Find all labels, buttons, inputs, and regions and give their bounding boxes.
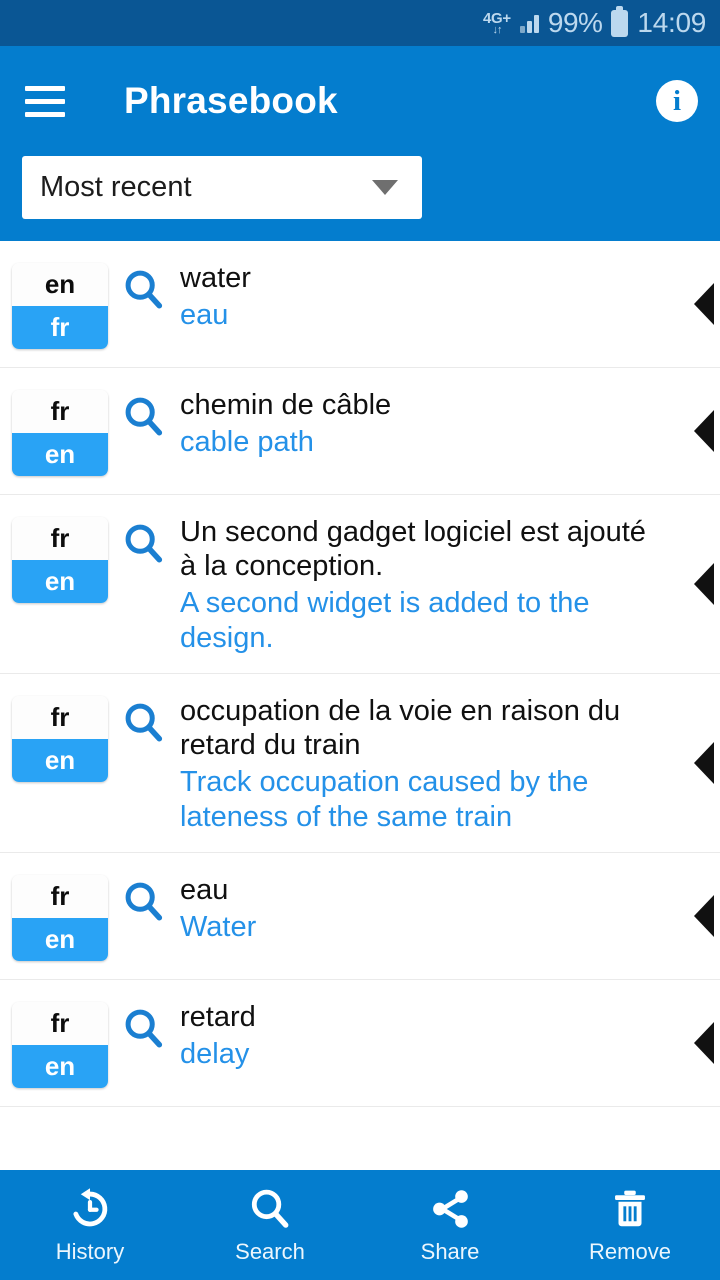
source-text: Un second gadget logiciel est ajouté à l… [180,516,646,583]
triangle-left-icon[interactable] [694,562,714,605]
signal-bars-icon [519,11,539,33]
network-indicator: 4G+ ↓↑ [483,11,511,36]
source-language-label: fr [12,1001,108,1045]
target-language-label: fr [12,306,108,349]
phrase-texts: eau Water [180,871,720,944]
list-item[interactable]: fr en eau Water [0,853,720,980]
source-text: water [180,262,251,294]
source-text: retard [180,1000,256,1033]
source-text: eau [180,873,229,906]
history-icon [67,1185,113,1233]
sort-dropdown[interactable]: Most recent [22,156,422,219]
target-language-label: en [12,433,108,476]
phrase-list: en fr water eau fr en chemin de câble ca… [0,241,720,1107]
info-icon[interactable]: i [656,80,698,122]
triangle-left-icon[interactable] [694,410,714,452]
chevron-down-icon [372,180,398,195]
app-bar: Phrasebook i Most recent [0,46,720,241]
list-item[interactable]: fr en chemin de câble cable path [0,368,720,495]
source-language-label: fr [12,874,108,918]
nav-item-share[interactable]: Share [360,1185,540,1265]
language-pair-badge[interactable]: en fr [12,263,108,349]
translation-text: A second widget is added to the design. [180,587,590,654]
search-icon[interactable] [108,692,180,746]
nav-item-search[interactable]: Search [180,1185,360,1265]
nav-label-share: Share [420,1239,480,1264]
search-icon[interactable] [108,386,180,440]
list-item[interactable]: fr en Un second gadget logiciel est ajou… [0,495,720,674]
triangle-left-icon[interactable] [694,283,714,325]
source-text: chemin de câble [180,389,392,421]
language-pair-badge[interactable]: fr en [12,874,108,961]
translation-text: eau [180,299,229,332]
nav-item-remove[interactable]: Remove [540,1185,720,1265]
sort-dropdown-container: Most recent [0,156,720,219]
phrase-texts: occupation de la voie en raison du retar… [180,692,720,834]
triangle-left-icon[interactable] [694,894,714,937]
phrase-texts: water eau [180,259,720,332]
source-language-label: fr [12,695,108,739]
translation-text: Water [180,910,257,943]
search-icon[interactable] [108,998,180,1052]
language-pair-badge[interactable]: fr en [12,1001,108,1088]
target-language-label: en [12,1044,108,1088]
clock-label: 14:09 [637,7,706,38]
language-pair-badge[interactable]: fr en [12,517,108,603]
translation-text: cable path [180,426,314,459]
source-language-label: en [12,263,108,306]
list-item[interactable]: fr en occupation de la voie en raison du… [0,674,720,853]
search-icon[interactable] [108,513,180,567]
share-icon [427,1185,473,1233]
network-traffic-arrows-icon: ↓↑ [492,23,502,36]
nav-label-remove: Remove [589,1239,671,1264]
triangle-left-icon[interactable] [694,741,714,784]
app-bar-top-row: Phrasebook i [0,46,720,156]
sort-dropdown-value: Most recent [40,171,192,203]
hamburger-menu-icon[interactable] [22,78,68,124]
search-icon[interactable] [108,259,180,313]
list-item[interactable]: en fr water eau [0,241,720,368]
status-bar: 4G+ ↓↑ 99% 14:09 [0,0,720,46]
bottom-navigation-bar: History Search Share Remove [0,1170,720,1280]
target-language-label: en [12,738,108,782]
source-language-label: fr [12,517,108,560]
language-pair-badge[interactable]: fr en [12,695,108,782]
search-icon [247,1185,293,1233]
battery-icon [611,5,629,37]
trash-icon [607,1185,653,1233]
triangle-left-icon[interactable] [694,1021,714,1064]
phrase-texts: retard delay [180,998,720,1071]
nav-item-history[interactable]: History [0,1185,180,1265]
nav-label-history: History [55,1239,125,1264]
page-title: Phrasebook [124,80,338,121]
list-item[interactable]: fr en retard delay [0,980,720,1107]
phrase-texts: Un second gadget logiciel est ajouté à l… [180,513,720,655]
battery-percent-label: 99% [547,7,603,38]
phrase-texts: chemin de câble cable path [180,386,720,459]
search-icon[interactable] [108,871,180,925]
target-language-label: en [12,560,108,603]
source-text: occupation de la voie en raison du retar… [180,694,621,762]
translation-text: Track occupation caused by the lateness … [180,766,589,833]
language-pair-badge[interactable]: fr en [12,390,108,476]
translation-text: delay [180,1037,250,1070]
target-language-label: en [12,917,108,961]
source-language-label: fr [12,390,108,433]
nav-label-search: Search [235,1239,305,1264]
